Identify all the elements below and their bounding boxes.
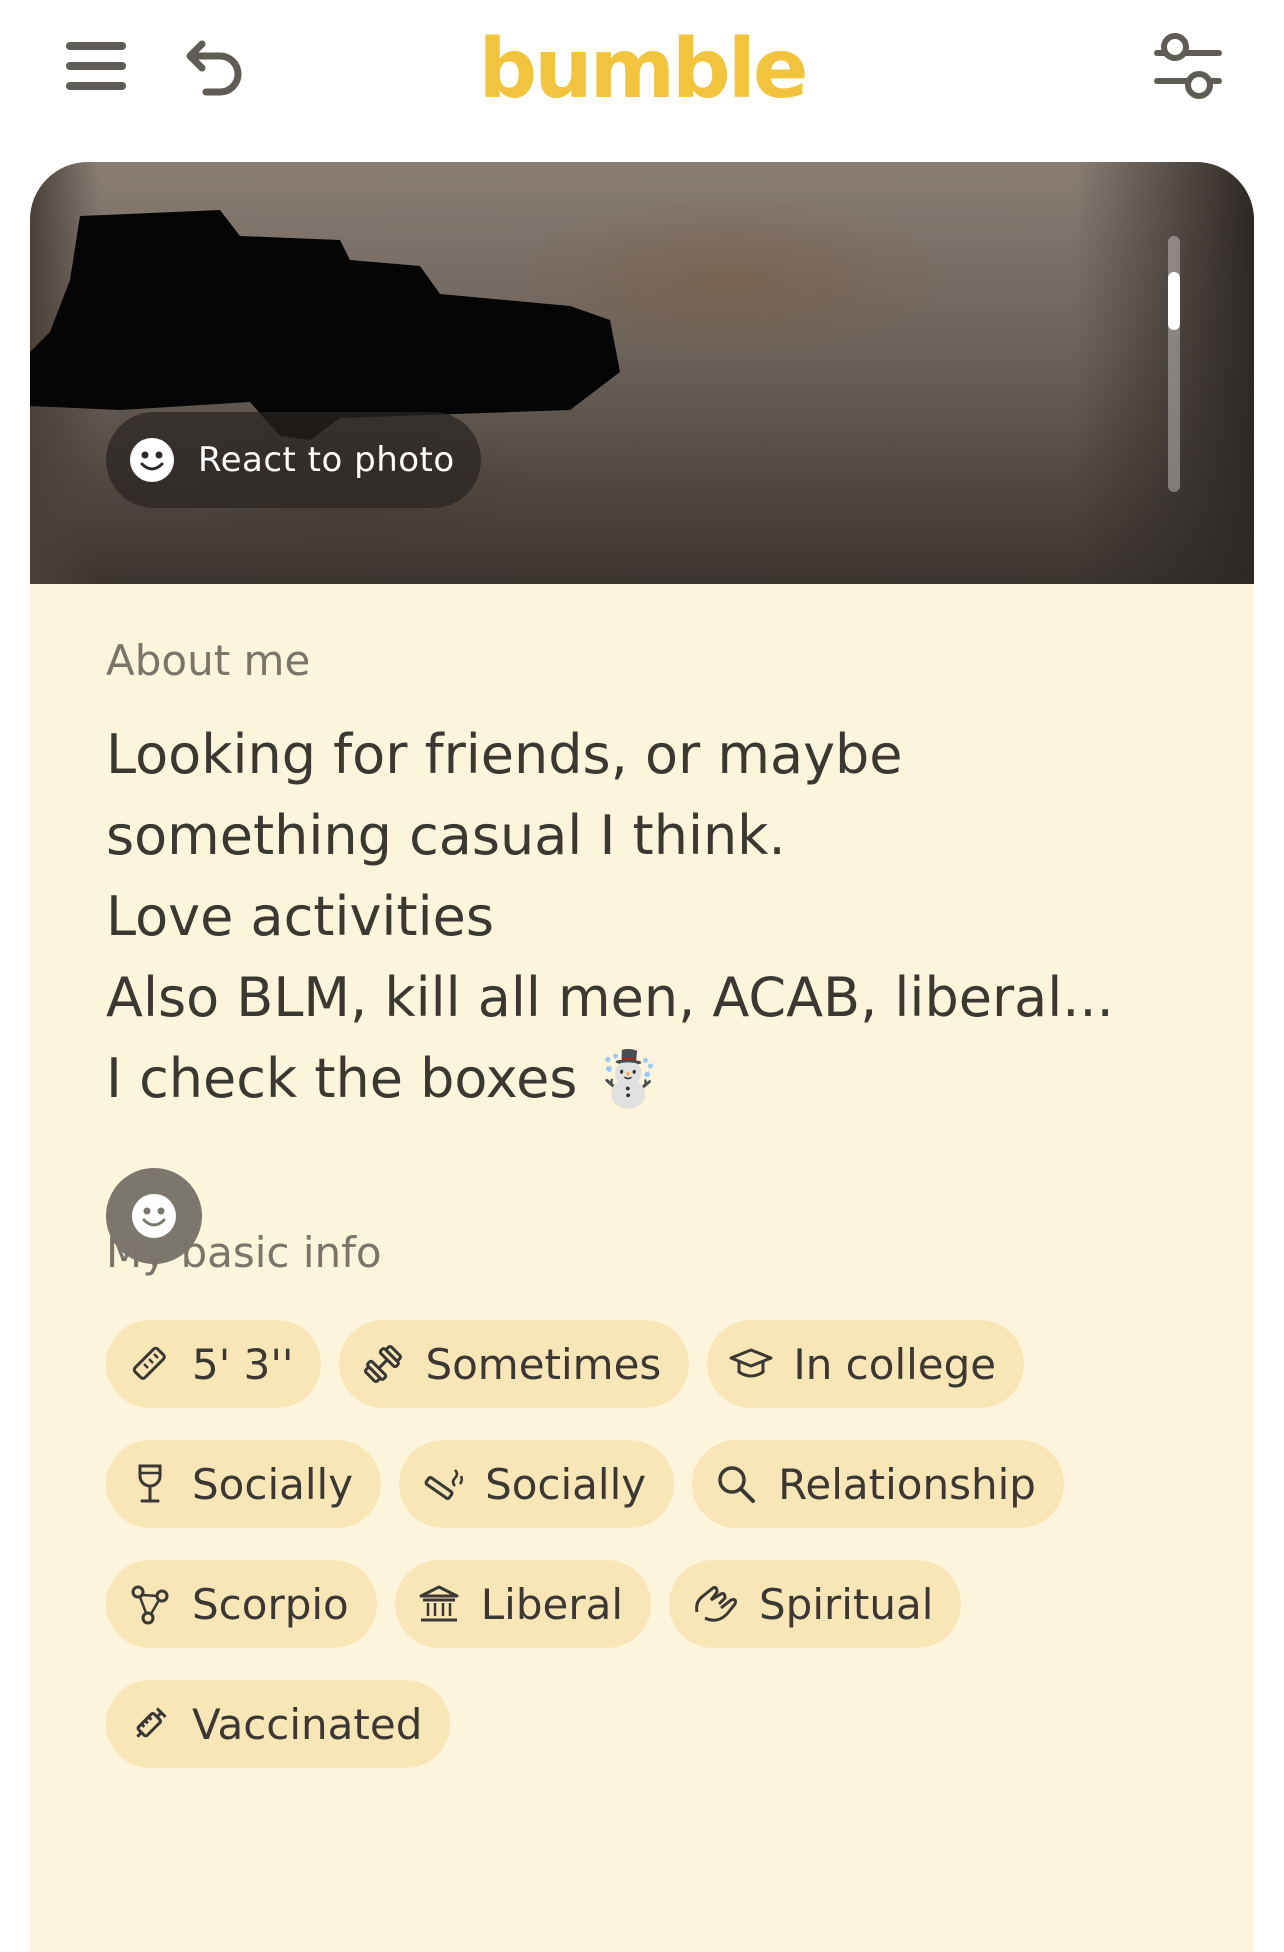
chip-label: 5' 3'' xyxy=(192,1339,294,1389)
basic-info-title: My basic info xyxy=(106,1228,382,1277)
chip-row: Vaccinated xyxy=(106,1680,451,1768)
about-line: Love activities xyxy=(106,885,494,948)
chip-row: 5' 3'' Sometimes In college xyxy=(106,1320,1025,1408)
chip-label: Spiritual xyxy=(759,1579,934,1629)
praying-hands-icon xyxy=(695,1586,737,1622)
chip-label: Vaccinated xyxy=(192,1699,423,1749)
chip-label: Relationship xyxy=(778,1459,1036,1509)
chip-exercise: Sometimes xyxy=(339,1320,690,1408)
chip-zodiac: Scorpio xyxy=(106,1560,377,1648)
about-line: I check the boxes ☃️ xyxy=(106,1047,662,1110)
photo-scroll-indicator xyxy=(1168,236,1180,492)
wine-glass-icon xyxy=(138,1464,162,1503)
about-me-text: Looking for friends, or maybe something … xyxy=(106,714,1206,1119)
smiley-icon xyxy=(130,438,174,482)
government-building-icon xyxy=(419,1585,459,1622)
about-line: Looking for friends, or maybe xyxy=(106,723,903,786)
chip-label: Sometimes xyxy=(425,1339,662,1389)
ruler-icon xyxy=(132,1346,166,1380)
chip-smoking: Socially xyxy=(399,1440,675,1528)
about-me-title: About me xyxy=(106,636,311,685)
top-bar: bumble xyxy=(0,0,1284,140)
chip-label: Socially xyxy=(485,1459,647,1509)
chip-height: 5' 3'' xyxy=(106,1320,322,1408)
zodiac-icon xyxy=(131,1585,169,1625)
chip-label: Socially xyxy=(192,1459,354,1509)
magnifier-icon xyxy=(718,1466,756,1503)
chip-row: Scorpio Liberal Spiritual xyxy=(106,1560,962,1648)
graduation-cap-icon xyxy=(729,1348,773,1378)
chip-drinking: Socially xyxy=(106,1440,382,1528)
chip-education: In college xyxy=(707,1320,1025,1408)
chip-label: Liberal xyxy=(480,1579,623,1629)
chip-label: Scorpio xyxy=(192,1579,349,1629)
brand-logo: bumble xyxy=(478,22,809,117)
about-line: something casual I think. xyxy=(106,804,786,867)
dumbbell-icon xyxy=(364,1344,403,1384)
syringe-icon xyxy=(136,1707,167,1738)
chip-row: Socially Socially Relationship xyxy=(106,1440,1064,1528)
chip-politics: Liberal xyxy=(394,1560,651,1648)
chip-religion: Spiritual xyxy=(669,1560,962,1648)
profile-card: React to photo About me Looking for frie… xyxy=(30,162,1254,1952)
photo-scroll-thumb xyxy=(1168,272,1180,330)
about-line: Also BLM, kill all men, ACAB, liberal... xyxy=(106,966,1114,1029)
sliders-filter-icon[interactable] xyxy=(1150,28,1226,104)
chip-label: In college xyxy=(793,1339,997,1389)
profile-photo[interactable]: React to photo xyxy=(30,162,1254,584)
photo-shadow-right xyxy=(1074,162,1254,584)
chip-looking-for: Relationship xyxy=(692,1440,1064,1528)
cigarette-icon xyxy=(424,1469,464,1501)
chip-vaccination: Vaccinated xyxy=(106,1680,451,1768)
react-to-photo-label: React to photo xyxy=(198,440,455,480)
react-to-photo-button[interactable]: React to photo xyxy=(106,412,481,508)
